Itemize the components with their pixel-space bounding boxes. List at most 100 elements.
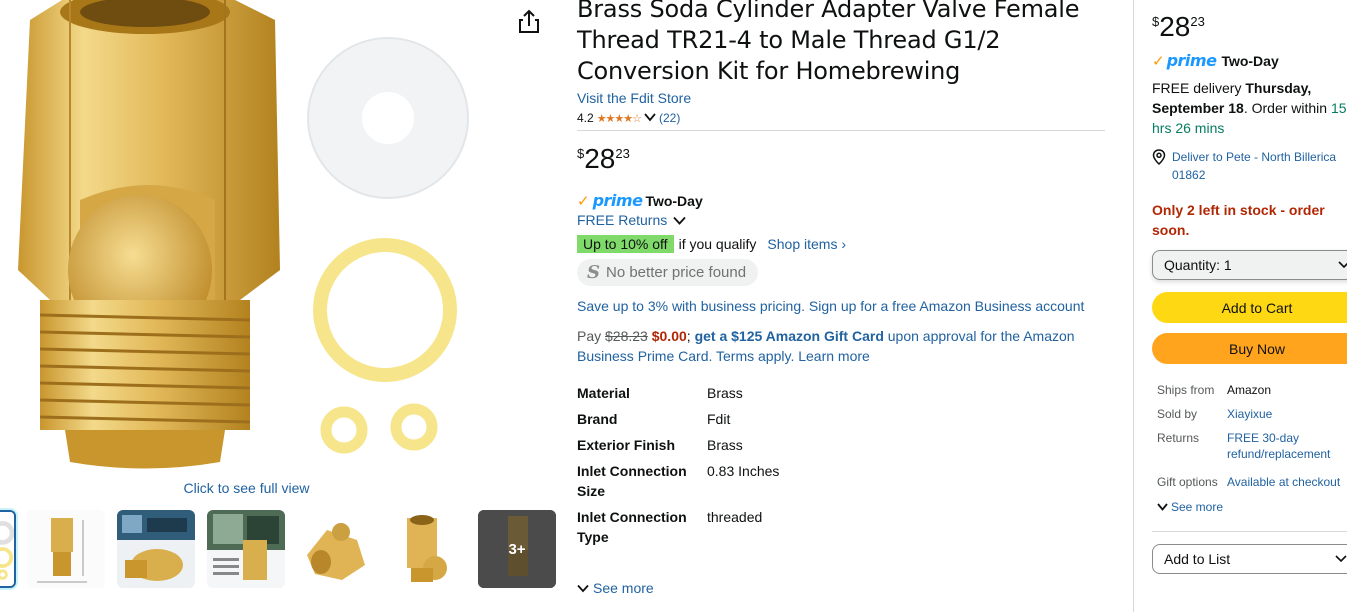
returns-link[interactable]: FREE 30-day refund/replacement [1227, 430, 1347, 462]
thumbnail-5[interactable] [297, 510, 375, 588]
shop-items-link[interactable]: Shop items › [767, 236, 846, 252]
prime-logo: prime [592, 191, 643, 210]
new-price: $0.00 [651, 328, 687, 344]
promo-row: Up to 10% off if you qualify Shop items … [577, 235, 1107, 253]
rating-count-link[interactable]: (22) [659, 111, 680, 125]
price-fraction: 23 [1190, 14, 1205, 29]
price-fraction: 23 [615, 146, 630, 161]
discount-badge: Up to 10% off [577, 235, 674, 253]
price-symbol: $ [1152, 14, 1160, 29]
info-key: Ships from [1157, 383, 1215, 397]
chevron-down-icon [1335, 555, 1347, 563]
thumbnail-more[interactable]: 3+ [478, 510, 556, 588]
price-whole: 28 [1159, 11, 1191, 42]
prime-badge: ✓ prime Two-Day [1152, 51, 1347, 70]
info-key: Returns [1157, 431, 1200, 445]
thumbnail-6[interactable] [387, 510, 465, 588]
thumbnail-4[interactable] [207, 510, 285, 588]
spec-row: Material Brass [577, 383, 1107, 403]
price: $ 28 23 [577, 143, 1107, 175]
chevron-down-icon [1157, 503, 1168, 511]
info-key: Gift options [1157, 475, 1218, 489]
no-better-price-pill: S No better price found [577, 259, 759, 286]
deliver-to-link[interactable]: Deliver to Pete - North Billerica 01862 [1152, 148, 1347, 184]
add-to-list-button[interactable]: Add to List [1152, 544, 1347, 574]
thumbnail-2[interactable] [27, 510, 105, 588]
free-returns-label: FREE Returns [577, 212, 668, 228]
info-row: Gift options Available at checkout [1152, 474, 1347, 490]
info-row: Sold by Xiayixue [1152, 406, 1347, 422]
spec-key: Inlet Connection Type [577, 509, 687, 545]
spec-value: 0.83 Inches [707, 463, 780, 479]
spec-value: Brass [707, 385, 743, 401]
rating-stars-icon[interactable]: ★★★★☆ [597, 112, 642, 125]
store-link[interactable]: Visit the Fdit Store [577, 90, 691, 106]
chevron-down-icon [577, 584, 589, 592]
s-logo-icon: S [587, 262, 600, 283]
delivery-prefix: FREE delivery [1152, 80, 1242, 96]
pay-label: Pay [577, 328, 602, 344]
add-to-cart-button[interactable]: Add to Cart [1152, 292, 1347, 323]
info-value: Amazon [1227, 383, 1272, 397]
divider [577, 130, 1105, 131]
thumbnail-strip: 3+ [0, 510, 560, 588]
spec-row: Exterior Finish Brass [577, 435, 1107, 455]
business-pricing-link[interactable]: Save up to 3% with business pricing. Sig… [577, 298, 1107, 314]
more-thumbs-label: 3+ [508, 540, 526, 558]
product-info: Brass Soda Cylinder Adapter Valve Female… [577, 0, 1107, 612]
quantity-select[interactable]: Quantity: 1 [1152, 250, 1347, 280]
main-product-image[interactable] [0, 0, 500, 475]
info-key: Sold by [1157, 407, 1198, 421]
rating-value: 4.2 [577, 111, 594, 125]
location-pin-icon [1152, 149, 1166, 165]
share-icon[interactable] [516, 8, 542, 36]
spec-row: Inlet Connection Size 0.83 Inches [577, 461, 1107, 501]
full-view-link[interactable]: Click to see full view [0, 480, 493, 496]
rating-row: 4.2 ★★★★☆ (22) [577, 111, 1107, 125]
quantity-label: Quantity: [1164, 257, 1221, 273]
old-price: $28.23 [605, 328, 648, 344]
spec-value: Fdit [707, 411, 731, 427]
seller-link[interactable]: Xiayixue [1227, 406, 1347, 422]
product-specs: Material Brass Brand Fdit Exterior Finis… [577, 383, 1107, 547]
chevron-down-icon[interactable] [644, 111, 656, 125]
prime-logo: prime [1166, 51, 1217, 70]
price-whole: 28 [584, 143, 616, 174]
spec-value: threaded [707, 509, 763, 525]
free-returns-link[interactable]: FREE Returns [577, 212, 1107, 228]
chevron-down-icon [1338, 261, 1347, 269]
divider [1152, 531, 1347, 532]
prime-two-day: Two-Day [645, 192, 703, 209]
prime-check-icon: ✓ [577, 192, 590, 210]
product-title: Brass Soda Cylinder Adapter Valve Female… [577, 0, 1080, 85]
gift-card-offer-link[interactable]: get a $125 Amazon Gift Card [695, 328, 884, 344]
specs-see-more-link[interactable]: See more [577, 580, 654, 596]
chevron-down-icon [673, 216, 686, 225]
stock-warning: Only 2 left in stock - order soon. [1152, 202, 1325, 238]
buy-box-see-more-link[interactable]: See more [1157, 500, 1347, 514]
spec-row: Inlet Connection Type threaded [577, 507, 1107, 547]
see-more-label: See more [1171, 500, 1224, 514]
delivery-info: FREE delivery Thursday, September 18. Or… [1152, 78, 1347, 138]
gift-options-link[interactable]: Available at checkout [1227, 474, 1347, 490]
prime-check-icon: ✓ [1152, 52, 1165, 70]
see-more-label: See more [593, 580, 654, 596]
order-within: . Order within [1243, 100, 1328, 116]
price-symbol: $ [577, 146, 585, 161]
seller-info: Ships from Amazon Sold by Xiayixue Retur… [1152, 382, 1347, 490]
buy-now-button[interactable]: Buy Now [1152, 333, 1347, 364]
thumbnail-1[interactable] [0, 510, 16, 588]
no-better-price-text: No better price found [606, 264, 747, 281]
prime-two-day: Two-Day [1221, 52, 1279, 69]
info-row: Returns FREE 30-day refund/replacement [1152, 430, 1347, 462]
learn-more-link[interactable]: Learn more [798, 348, 870, 364]
spec-row: Brand Fdit [577, 409, 1107, 429]
spec-key: Inlet Connection Size [577, 463, 687, 499]
info-row: Ships from Amazon [1152, 382, 1347, 398]
buy-box: $ 28 23 ✓ prime Two-Day FREE delivery Th… [1133, 0, 1347, 612]
thumbnail-3[interactable] [117, 510, 195, 588]
spec-value: Brass [707, 437, 743, 453]
spec-key: Exterior Finish [577, 437, 676, 453]
add-to-list-dropdown[interactable] [1331, 544, 1347, 574]
quantity-value: 1 [1223, 257, 1232, 273]
